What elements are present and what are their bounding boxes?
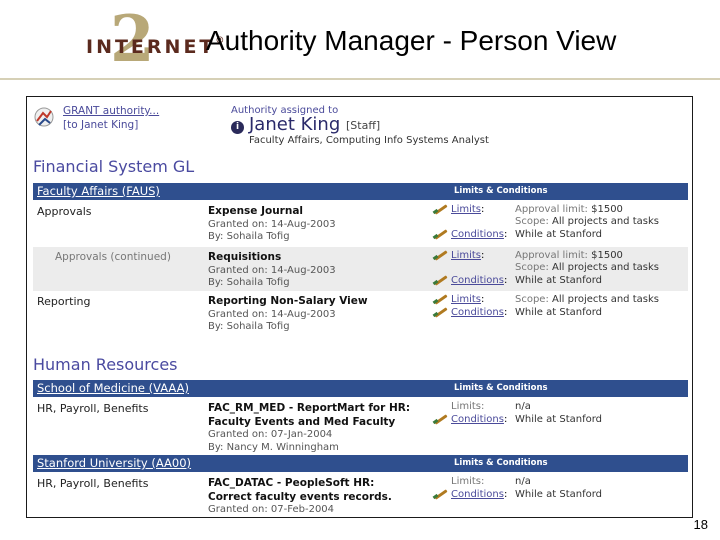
authority-title: Reporting Non-Salary View — [208, 295, 368, 307]
grant-authority-link[interactable]: GRANT authority... — [63, 105, 159, 117]
limit-line: Approval limit: $1500 — [515, 250, 623, 261]
authority-title: Requisitions — [208, 251, 282, 263]
limits-link[interactable]: Limits: Approval limit: $1500 Scope: All… — [433, 204, 659, 227]
condition-value: While at Stanford — [515, 229, 602, 240]
group-bar-aa00: Stanford University (AA00) Limits & Cond… — [33, 455, 688, 472]
edit-pencil-icon[interactable] — [433, 250, 447, 260]
condition-value: While at Stanford — [515, 489, 602, 500]
granted-by: By: Sohaila Tofig — [208, 321, 290, 332]
condition-value: While at Stanford — [515, 275, 602, 286]
logo-text: INTERNET® — [86, 36, 225, 58]
group-link-faus[interactable]: Faculty Affairs (FAUS) — [37, 184, 160, 198]
edit-pencil-icon[interactable] — [433, 414, 447, 424]
grant-target: [to Janet King] — [63, 119, 139, 131]
granted-by: By: Sohaila Tofig — [208, 277, 290, 288]
conditions-link[interactable]: Conditions: While at Stanford — [433, 229, 602, 240]
group-bar-vaaa: School of Medicine (VAAA) Limits & Condi… — [33, 380, 688, 397]
edit-pencil-icon[interactable] — [433, 275, 447, 285]
row-category: Approvals (continued) — [55, 251, 171, 263]
row-category: Approvals — [37, 205, 92, 218]
table-row: Reporting Reporting Non-Salary View Gran… — [33, 291, 688, 335]
group-link-vaaa[interactable]: School of Medicine (VAAA) — [37, 381, 189, 395]
authority-title-cont: Faculty Events and Med Faculty — [208, 415, 396, 428]
conditions-link[interactable]: Conditions: While at Stanford — [433, 307, 602, 318]
granted-date: Granted on: 14-Aug-2003 — [208, 218, 336, 230]
table-row: Approvals Expense Journal Granted on: 14… — [33, 201, 688, 247]
conditions-link[interactable]: Conditions: While at Stanford — [433, 275, 602, 286]
grant-hands-icon — [34, 107, 54, 127]
conditions-link[interactable]: Conditions: While at Stanford — [433, 489, 602, 500]
granted-date: Granted on: 07-Feb-2004 — [208, 504, 335, 515]
limits-conditions-header: Limits & Conditions — [454, 383, 548, 393]
limits-conditions-header: Limits & Conditions — [454, 186, 548, 196]
section-title-hr: Human Resources — [33, 355, 178, 374]
limits-link[interactable]: Limits: Scope: All projects and tasks — [433, 294, 659, 305]
person-role: [Staff] — [346, 119, 381, 132]
granted-by: By: Nancy M. Winningham — [208, 441, 339, 453]
edit-pencil-icon[interactable] — [433, 229, 447, 239]
limits-text: Limits: n/a — [451, 401, 531, 412]
table-row: HR, Payroll, Benefits FAC_DATAC - People… — [33, 473, 688, 517]
grant-authority[interactable]: GRANT authority... [to Janet King] — [33, 103, 183, 143]
limit-line: Scope: All projects and tasks — [515, 294, 659, 305]
edit-pencil-icon[interactable] — [433, 489, 447, 499]
row-category: Reporting — [37, 295, 91, 308]
conditions-link[interactable]: Conditions: While at Stanford — [433, 414, 602, 425]
person-department: Faculty Affairs, Computing Info Systems … — [249, 135, 489, 146]
row-category: HR, Payroll, Benefits — [37, 477, 149, 490]
authority-title: Expense Journal — [208, 205, 304, 217]
row-detail: Requisitions Granted on: 14-Aug-2003 By:… — [208, 251, 336, 290]
limits-conditions-header: Limits & Conditions — [454, 458, 548, 468]
internet2-logo: 2 INTERNET® — [40, 6, 224, 94]
row-detail: Expense Journal Granted on: 14-Aug-2003 … — [208, 205, 336, 244]
authority-title: FAC_DATAC - PeopleSoft HR: — [208, 477, 375, 489]
group-bar-faus: Faculty Affairs (FAUS) Limits & Conditio… — [33, 183, 688, 200]
limits-text: Limits: n/a — [451, 476, 531, 487]
edit-pencil-icon[interactable] — [433, 307, 447, 317]
condition-value: While at Stanford — [515, 414, 602, 425]
limit-line: Approval limit: $1500 — [515, 204, 623, 215]
granted-date: Granted on: 14-Aug-2003 — [208, 264, 336, 276]
title-divider — [0, 78, 720, 80]
edit-pencil-icon[interactable] — [433, 294, 447, 304]
limit-value: n/a — [515, 401, 531, 412]
row-detail: FAC_DATAC - PeopleSoft HR: Correct facul… — [208, 477, 392, 517]
limits-link[interactable]: Limits: Approval limit: $1500 Scope: All… — [433, 250, 659, 273]
limit-line: Scope: All projects and tasks — [515, 216, 659, 227]
person-name: Janet King — [249, 114, 341, 135]
group-link-aa00[interactable]: Stanford University (AA00) — [37, 456, 191, 470]
authority-title-cont: Correct faculty events records. — [208, 490, 392, 503]
authority-title: FAC_RM_MED - ReportMart for HR: — [208, 402, 411, 414]
section-title-financial: Financial System GL — [33, 157, 195, 176]
info-icon[interactable]: i — [231, 121, 244, 134]
granted-date: Granted on: 14-Aug-2003 — [208, 308, 336, 320]
edit-pencil-icon[interactable] — [433, 204, 447, 214]
condition-value: While at Stanford — [515, 307, 602, 318]
granted-by: By: Sohaila Tofig — [208, 231, 290, 242]
table-row: Approvals (continued) Requisitions Grant… — [33, 247, 688, 291]
granted-date: Granted on: 07-Jan-2004 — [208, 429, 333, 440]
slide-title: Authority Manager - Person View — [206, 25, 617, 56]
row-detail: Reporting Non-Salary View Granted on: 14… — [208, 295, 368, 334]
limit-line: Scope: All projects and tasks — [515, 262, 659, 273]
table-row: HR, Payroll, Benefits FAC_RM_MED - Repor… — [33, 398, 688, 454]
authority-manager-screenshot: GRANT authority... [to Janet King] Autho… — [26, 96, 693, 518]
limit-value: n/a — [515, 476, 531, 487]
row-detail: FAC_RM_MED - ReportMart for HR: Faculty … — [208, 402, 410, 454]
page-number: 18 — [693, 517, 708, 532]
row-category: HR, Payroll, Benefits — [37, 402, 149, 415]
